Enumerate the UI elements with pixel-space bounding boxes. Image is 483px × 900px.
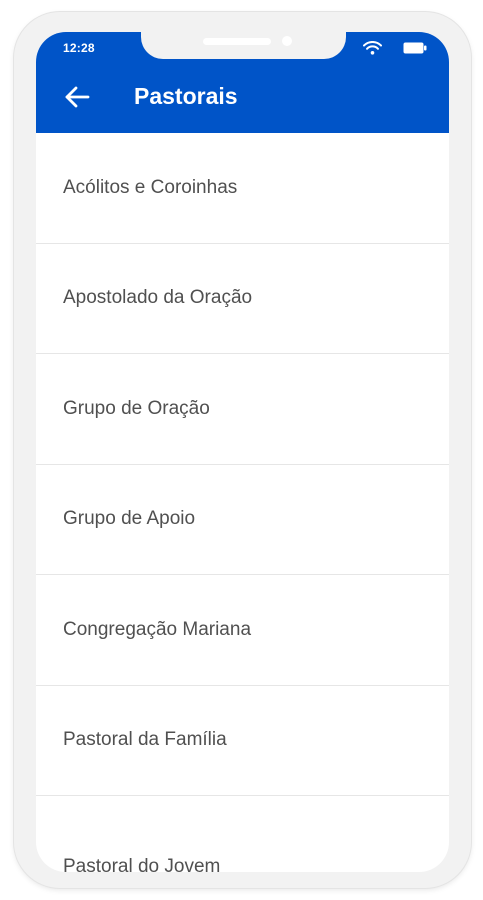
list-item-label: Acólitos e Coroinhas	[63, 176, 238, 198]
list-item[interactable]: Pastoral da Família	[36, 686, 449, 796]
list-item-label: Grupo de Apoio	[63, 508, 196, 530]
list-item[interactable]: Grupo de Oração	[36, 354, 449, 465]
list-item-label: Apostolado da Oração	[63, 287, 253, 309]
back-arrow-icon[interactable]	[64, 86, 90, 108]
status-time: 12:28	[63, 41, 95, 55]
wifi-icon	[363, 41, 382, 55]
app-bar: 12:28 Pastorais	[36, 32, 449, 133]
list-item-label: Grupo de Oração	[63, 397, 210, 419]
list-item[interactable]: Acólitos e Coroinhas	[36, 133, 449, 244]
front-camera	[282, 36, 292, 46]
speaker-grille	[203, 38, 271, 45]
app-screen: 12:28 Pastorais Acólitos e Coroinhas Apo…	[36, 32, 449, 872]
list-item[interactable]: Grupo de Apoio	[36, 465, 449, 575]
list-item-label: Pastoral da Família	[63, 729, 227, 751]
phone-notch	[141, 32, 346, 59]
list-item[interactable]: Pastoral do Jovem	[36, 796, 449, 872]
list-item-label: Pastoral do Jovem	[63, 856, 221, 872]
battery-icon	[403, 42, 427, 54]
page-title: Pastorais	[134, 83, 238, 109]
phone-frame: 12:28 Pastorais Acólitos e Coroinhas Apo…	[14, 12, 471, 888]
list-item[interactable]: Congregação Mariana	[36, 575, 449, 686]
pastorais-list: Acólitos e Coroinhas Apostolado da Oraçã…	[36, 133, 449, 872]
list-item[interactable]: Apostolado da Oração	[36, 244, 449, 354]
list-item-label: Congregação Mariana	[63, 618, 252, 640]
